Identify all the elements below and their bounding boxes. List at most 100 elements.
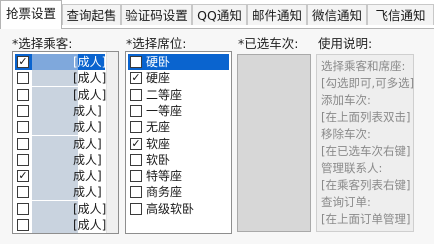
seat-checkbox[interactable] xyxy=(130,153,142,166)
seat-label: 无座 xyxy=(146,120,171,135)
seat-label: 高级软卧 xyxy=(146,201,195,216)
help-label: 使用说明: xyxy=(318,36,373,51)
passenger-label: [成人] xyxy=(73,55,107,69)
passenger-list[interactable]: ✓ [成人] [成人] [成人] 成人] 成人] 成人] 成人] ✓ 成人] 成人] [成人] [成人] xyxy=(12,51,119,234)
passenger-label: [成人] xyxy=(73,87,107,102)
passenger-checkbox[interactable] xyxy=(17,121,29,134)
passenger-label: 成人] xyxy=(73,169,102,184)
seat-checkbox[interactable] xyxy=(130,121,142,134)
seat-row[interactable]: 商务座 xyxy=(128,184,229,200)
seat-checkbox[interactable]: ✓ xyxy=(130,72,142,85)
selected-trains-label: *已选车次: xyxy=(238,36,299,51)
redacted-name xyxy=(32,86,78,103)
redacted-name xyxy=(32,102,78,119)
passenger-row[interactable]: 成人] xyxy=(15,102,105,119)
passenger-checkbox[interactable] xyxy=(17,153,29,166)
redacted-name xyxy=(32,184,78,201)
passenger-label: [成人] xyxy=(73,71,107,86)
passenger-label: 成人] xyxy=(73,185,102,200)
help-line: [在上面列表双击] xyxy=(321,110,411,124)
help-line: [在已选车次右键] xyxy=(321,144,411,158)
seat-checkbox[interactable] xyxy=(130,186,142,199)
tab-email-notify[interactable]: 邮件通知 xyxy=(247,4,307,25)
redacted-name xyxy=(32,135,78,152)
tab-wechat-notify[interactable]: 微信通知 xyxy=(307,4,367,25)
passenger-checkbox[interactable]: ✓ xyxy=(17,56,29,68)
passenger-checkbox[interactable] xyxy=(17,88,29,101)
redacted-name xyxy=(32,70,78,87)
passenger-checkbox[interactable]: ✓ xyxy=(17,170,29,183)
passenger-checkbox[interactable] xyxy=(17,137,29,150)
redacted-name xyxy=(32,200,78,217)
passenger-row[interactable]: 成人] xyxy=(15,119,105,136)
seat-row[interactable]: 软卧 xyxy=(128,152,229,168)
passenger-list-scrollbar[interactable] xyxy=(106,52,118,233)
help-line: 移除车次: xyxy=(321,127,371,141)
seat-row[interactable]: ✓ 软座 xyxy=(128,136,229,152)
redacted-name xyxy=(32,168,78,185)
passenger-checkbox[interactable] xyxy=(17,186,29,199)
passenger-checkbox[interactable] xyxy=(17,104,29,117)
passenger-row[interactable]: 成人] xyxy=(15,151,105,168)
help-line: [在上面订单管理] xyxy=(321,212,411,226)
help-line: 查询订单: xyxy=(321,195,371,209)
redacted-name xyxy=(32,151,78,168)
seat-list[interactable]: 硬卧 ✓ 硬座 二等座 一等座无座 ✓ 软座 软卧特等座 商务座 高级软卧 xyxy=(125,51,232,234)
seat-label: 硬座 xyxy=(146,71,171,86)
seat-checkbox[interactable] xyxy=(130,56,142,68)
seat-label: 商务座 xyxy=(146,185,183,200)
passenger-row[interactable]: [成人] xyxy=(15,200,107,217)
help-line: [在乘客列表右键] xyxy=(321,178,411,192)
tab-fetion-notify[interactable]: 飞信通知 xyxy=(367,4,434,25)
passenger-row[interactable]: [成人] xyxy=(15,70,107,87)
tab-bar: 抢票设置 查询起售 验证码设置 QQ通知 邮件通知 微信通知 飞信通知 xyxy=(0,0,434,29)
passenger-checkbox[interactable] xyxy=(17,72,29,85)
help-panel: 选择乘客和席座: [勾选即可,可多选] 添加车次: [在上面列表双击] 移除车次: [在已… xyxy=(316,54,414,232)
redacted-name xyxy=(32,217,78,233)
passenger-label: 成人] xyxy=(73,103,102,118)
redacted-name xyxy=(32,54,78,70)
passenger-row[interactable]: ✓ [成人] xyxy=(15,54,107,70)
seat-checkbox[interactable] xyxy=(130,104,142,117)
passenger-row[interactable]: [成人] xyxy=(15,86,107,103)
seat-checkbox[interactable] xyxy=(130,88,142,101)
seat-row[interactable]: 二等座 xyxy=(128,87,229,103)
tab-captcha-settings[interactable]: 验证码设置 xyxy=(121,4,192,25)
seat-checkbox[interactable] xyxy=(130,202,142,215)
help-line: [勾选即可,可多选] xyxy=(321,76,415,90)
seat-row[interactable]: 高级软卧 xyxy=(128,201,229,217)
passenger-row[interactable]: ✓ 成人] xyxy=(15,168,105,185)
seat-label: 二等座 xyxy=(146,87,183,102)
seat-label: 特等座 xyxy=(146,169,183,184)
passenger-label: *选择乘客: xyxy=(12,36,73,51)
help-line: 管理联系人: xyxy=(321,161,383,175)
seat-row[interactable]: 特等座 xyxy=(128,168,229,184)
passenger-label: 成人] xyxy=(73,120,102,135)
passenger-label: 成人] xyxy=(73,136,102,151)
tab-ticket-settings[interactable]: 抢票设置 xyxy=(0,0,62,29)
seat-row[interactable]: 无座 xyxy=(128,119,229,135)
seat-label: *选择席位: xyxy=(126,36,187,51)
seat-label: 软卧 xyxy=(146,152,171,167)
passenger-row[interactable]: 成人] xyxy=(15,184,105,201)
passenger-checkbox[interactable] xyxy=(17,219,29,231)
seat-row[interactable]: 一等座 xyxy=(128,103,229,119)
passenger-label: 成人] xyxy=(73,152,102,167)
passenger-row[interactable]: 成人] xyxy=(15,135,105,152)
seat-label: 一等座 xyxy=(146,103,183,118)
seat-checkbox[interactable]: ✓ xyxy=(130,137,142,150)
tab-query-sale[interactable]: 查询起售 xyxy=(62,4,121,25)
redacted-name xyxy=(32,119,78,136)
selected-trains-list[interactable] xyxy=(237,54,311,232)
passenger-row[interactable]: [成人] xyxy=(15,217,106,233)
seat-row[interactable]: 硬卧 xyxy=(128,54,229,70)
seat-label: 软座 xyxy=(146,136,171,151)
help-line: 选择乘客和席座: xyxy=(321,59,406,73)
seat-row[interactable]: ✓ 硬座 xyxy=(128,70,229,86)
seat-checkbox[interactable] xyxy=(130,170,142,183)
passenger-checkbox[interactable] xyxy=(17,202,29,215)
help-line: 添加车次: xyxy=(321,93,371,107)
seat-label: 硬卧 xyxy=(146,55,171,69)
passenger-label: [成人] xyxy=(73,201,107,216)
tab-qq-notify[interactable]: QQ通知 xyxy=(192,4,247,25)
